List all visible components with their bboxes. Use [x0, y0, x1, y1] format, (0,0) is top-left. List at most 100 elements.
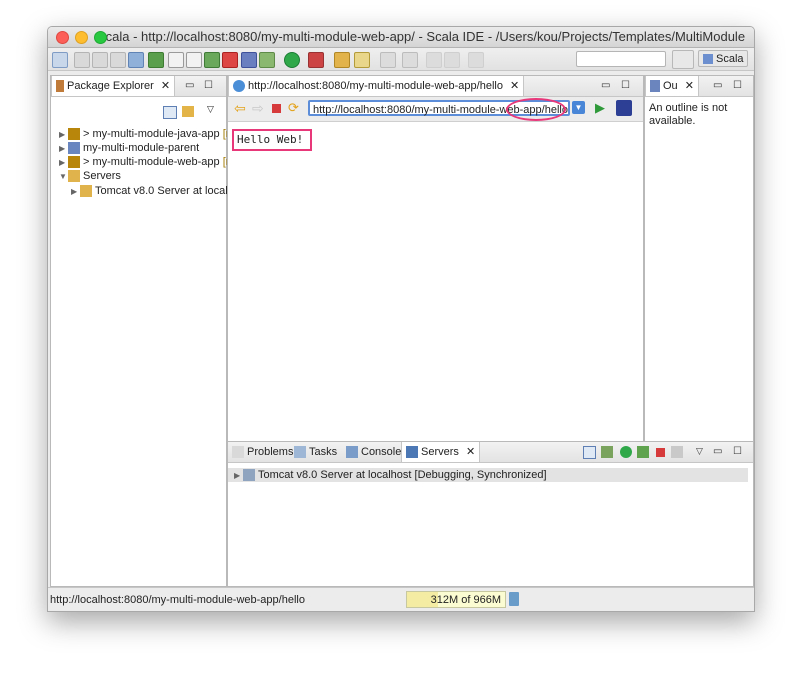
forward-icon[interactable]: [468, 52, 484, 68]
next-annotation-icon[interactable]: [402, 52, 418, 68]
outline-message: An outline is not available.: [649, 102, 728, 127]
maximize-icon[interactable]: ☐: [733, 446, 742, 457]
bottom-tabbar: Problems Tasks Console Servers ✕ ▽ ▭ ☐: [228, 442, 753, 463]
link-editor-icon[interactable]: [182, 106, 194, 117]
package-explorer-tabbar: Package Explorer ✕ ▭ ☐: [51, 76, 226, 97]
maximize-icon[interactable]: ☐: [204, 80, 213, 91]
folder-icon: [68, 170, 80, 183]
browser-logo-icon: [616, 100, 632, 116]
expand-icon[interactable]: ▶: [59, 156, 68, 170]
tab-outline[interactable]: Ou ✕: [645, 76, 699, 96]
minimize-icon[interactable]: ▭: [713, 80, 722, 91]
close-tab-icon[interactable]: ✕: [466, 446, 475, 458]
minimize-icon[interactable]: ▭: [601, 80, 610, 91]
servers-panel: Problems Tasks Console Servers ✕ ▽ ▭ ☐ ▶…: [227, 441, 754, 587]
profile-server-icon[interactable]: [637, 446, 649, 458]
forward-arrow-icon[interactable]: ⇨: [252, 100, 264, 117]
start-server-icon[interactable]: [620, 446, 632, 458]
tab-problems[interactable]: Problems: [228, 442, 297, 462]
new-icon[interactable]: [52, 52, 68, 68]
publish-icon[interactable]: [671, 446, 683, 458]
tree-item[interactable]: ▶ Tomcat v8.0 Server at localh: [71, 184, 234, 198]
console-icon: [346, 446, 358, 459]
quick-access-input[interactable]: [576, 51, 666, 67]
go-icon[interactable]: ▶: [595, 100, 605, 116]
expand-icon[interactable]: ▶: [71, 185, 80, 199]
expand-icon[interactable]: ▶: [234, 469, 243, 483]
open-type-icon[interactable]: [186, 52, 202, 68]
problems-icon: [232, 446, 244, 459]
open-perspective-button[interactable]: [672, 50, 694, 69]
tab-browser[interactable]: http://localhost:8080/my-multi-module-we…: [228, 76, 525, 96]
heap-status[interactable]: 312M of 966M: [406, 591, 506, 608]
status-text: http://localhost:8080/my-multi-module-we…: [50, 594, 305, 606]
minimize-icon[interactable]: ▭: [185, 80, 194, 91]
run-icon[interactable]: [284, 52, 300, 68]
run-list-icon[interactable]: [148, 52, 164, 68]
debug-server-icon[interactable]: [601, 446, 613, 458]
save-all-icon[interactable]: [92, 52, 108, 68]
close-tab-icon[interactable]: ✕: [161, 80, 170, 92]
package-explorer-icon: [56, 80, 64, 93]
close-window-button[interactable]: [56, 31, 69, 44]
tab-package-explorer[interactable]: Package Explorer ✕: [51, 76, 176, 96]
debug-icon[interactable]: [259, 52, 275, 68]
tree-item[interactable]: ▶ my-multi-module-parent: [59, 141, 199, 155]
folder-icon: [80, 185, 92, 198]
browser-tabbar: http://localhost:8080/my-multi-module-we…: [228, 76, 643, 97]
heap-text: 312M of 966M: [430, 594, 501, 606]
new-file-icon[interactable]: [168, 52, 184, 68]
table-row[interactable]: ▶ Tomcat v8.0 Server at localhost [Debugg…: [228, 468, 748, 482]
package-explorer-tab-label: Package Explorer: [67, 80, 154, 92]
close-tab-icon[interactable]: ✕: [685, 80, 694, 92]
view-menu-icon[interactable]: ▽: [696, 446, 703, 457]
tab-tasks[interactable]: Tasks: [290, 442, 341, 462]
garbage-collect-icon[interactable]: [509, 592, 519, 606]
stop-server-icon[interactable]: [656, 448, 665, 457]
minimize-window-button[interactable]: [75, 31, 88, 44]
annotation-icon[interactable]: [380, 52, 396, 68]
skip-breakpoints-icon[interactable]: [128, 52, 144, 68]
tree-item[interactable]: ▶> my-multi-module-java-app [n: [59, 127, 232, 141]
browser-editor-panel: http://localhost:8080/my-multi-module-we…: [227, 75, 644, 465]
view-menu-icon[interactable]: ▽: [207, 104, 214, 115]
highlight-oval: [506, 98, 566, 121]
page-content-text: Hello Web!: [232, 129, 312, 151]
expand-icon[interactable]: ▶: [59, 142, 68, 156]
save-icon[interactable]: [74, 52, 90, 68]
expand-icon[interactable]: ▶: [59, 128, 68, 142]
tasks-icon: [294, 446, 306, 459]
project-icon: [68, 142, 80, 155]
external-tools-icon[interactable]: [308, 52, 324, 68]
back-history-icon[interactable]: [444, 52, 460, 68]
close-tab-icon[interactable]: ✕: [510, 80, 519, 92]
search-tools-icon[interactable]: [354, 52, 370, 68]
tab-servers[interactable]: Servers ✕: [401, 442, 481, 462]
globe-icon: [233, 80, 245, 93]
title-bar: Scala - http://localhost:8080/my-multi-m…: [48, 27, 754, 48]
tree-item[interactable]: ▶> my-multi-module-web-app [n: [59, 155, 232, 169]
scala-perspective-button[interactable]: Scala: [698, 50, 748, 67]
debug-tools-icon[interactable]: [241, 52, 257, 68]
tab-console[interactable]: Console: [342, 442, 405, 462]
open-folder-icon[interactable]: [334, 52, 350, 68]
window-title: Scala - http://localhost:8080/my-multi-m…: [96, 29, 746, 44]
maximize-window-button[interactable]: [94, 31, 107, 44]
stop-icon[interactable]: [272, 104, 281, 113]
refresh-icon[interactable]: ⟳: [288, 100, 299, 116]
new-class-icon[interactable]: [222, 52, 238, 68]
new-package-icon[interactable]: [204, 52, 220, 68]
outline-tab-label: Ou: [663, 80, 678, 92]
maximize-icon[interactable]: ☐: [733, 80, 742, 91]
ide-window: Scala - http://localhost:8080/my-multi-m…: [47, 26, 755, 612]
minimize-icon[interactable]: ▭: [713, 446, 722, 457]
maximize-icon[interactable]: ☐: [621, 80, 630, 91]
back-arrow-icon[interactable]: ⇦: [234, 100, 246, 117]
url-dropdown-icon[interactable]: ▼: [572, 101, 585, 114]
collapse-all-icon[interactable]: [163, 106, 177, 119]
collapse-icon[interactable]: ▼: [59, 170, 68, 184]
tree-item[interactable]: ▼ Servers: [59, 169, 121, 183]
back-icon[interactable]: [426, 52, 442, 68]
print-icon[interactable]: [110, 52, 126, 68]
collapse-all-icon[interactable]: [583, 446, 596, 459]
